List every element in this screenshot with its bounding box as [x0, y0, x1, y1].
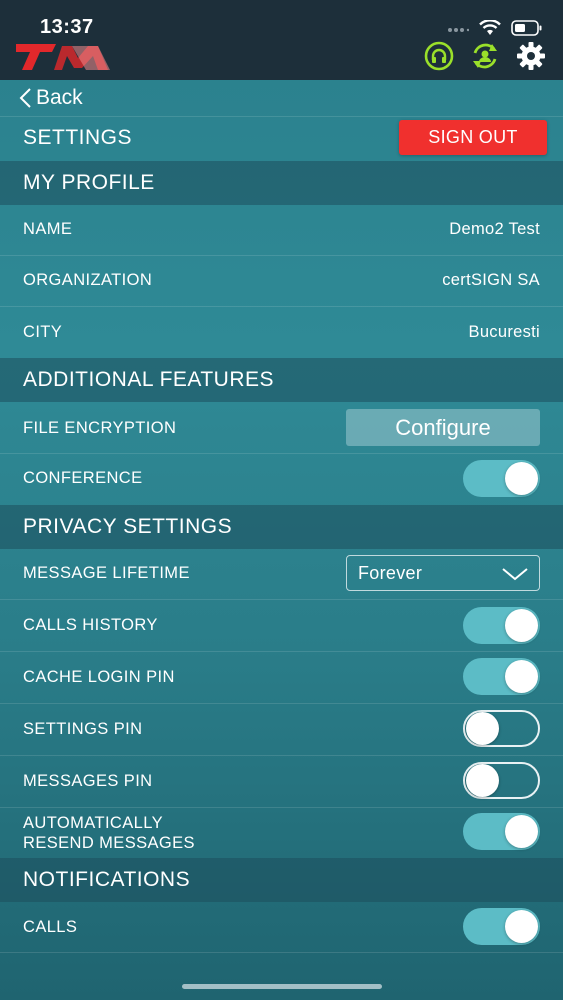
section-title: PRIVACY SETTINGS	[23, 515, 233, 538]
section-privacy-settings: PRIVACY SETTINGS	[0, 505, 563, 549]
home-indicator	[182, 984, 382, 989]
name-value: Demo2 Test	[449, 220, 540, 238]
page-title: SETTINGS	[23, 126, 133, 149]
message-lifetime-value: Forever	[358, 563, 423, 583]
auto-resend-toggle[interactable]	[463, 813, 540, 850]
conference-label: CONFERENCE	[23, 469, 143, 487]
profile-city-row: CITY Bucuresti	[0, 307, 563, 357]
file-encryption-label: FILE ENCRYPTION	[23, 419, 177, 437]
auto-resend-label: AUTOMATICALLY RESEND MESSAGES	[23, 813, 195, 853]
conference-row: CONFERENCE	[0, 454, 563, 504]
message-lifetime-label: MESSAGE LIFETIME	[23, 564, 190, 582]
toggle-knob	[466, 764, 499, 797]
city-label: CITY	[23, 323, 63, 341]
messages-pin-row: MESSAGES PIN	[0, 756, 563, 808]
logo-icon	[16, 42, 112, 72]
signal-icon	[447, 22, 470, 40]
messages-pin-toggle[interactable]	[463, 762, 540, 799]
title-row: SETTINGS SIGN OUT	[0, 117, 563, 161]
section-additional-features: ADDITIONAL FEATURES	[0, 358, 563, 402]
calls-toggle[interactable]	[463, 908, 540, 945]
toggle-knob	[505, 609, 538, 642]
auto-resend-row: AUTOMATICALLY RESEND MESSAGES	[0, 808, 563, 858]
notification-calls-row: CALLS	[0, 902, 563, 953]
messages-pin-label: MESSAGES PIN	[23, 772, 153, 790]
auto-resend-label-line1: AUTOMATICALLY	[23, 814, 163, 832]
wifi-icon	[479, 19, 501, 41]
cache-login-pin-toggle[interactable]	[463, 658, 540, 695]
name-label: NAME	[23, 220, 73, 238]
organization-value: certSIGN SA	[442, 271, 540, 289]
back-label: Back	[36, 86, 83, 109]
battery-icon	[511, 20, 543, 41]
chevron-down-icon	[502, 568, 528, 581]
file-encryption-row: FILE ENCRYPTION Configure	[0, 402, 563, 454]
toggle-knob	[505, 815, 538, 848]
calls-history-label: CALLS HISTORY	[23, 616, 158, 634]
city-value: Bucuresti	[468, 323, 540, 341]
toggle-knob	[466, 712, 499, 745]
auto-resend-label-line2: RESEND MESSAGES	[23, 834, 195, 852]
calls-history-row: CALLS HISTORY	[0, 600, 563, 652]
profile-organization-row: ORGANIZATION certSIGN SA	[0, 256, 563, 307]
profile-name-row: NAME Demo2 Test	[0, 205, 563, 256]
toggle-knob	[505, 910, 538, 943]
chevron-left-icon	[19, 88, 31, 108]
section-title: MY PROFILE	[23, 171, 155, 194]
toggle-knob	[505, 462, 538, 495]
conference-toggle[interactable]	[463, 460, 540, 497]
settings-pin-toggle[interactable]	[463, 710, 540, 747]
status-time: 13:37	[40, 16, 94, 38]
top-bar: 13:37	[0, 0, 563, 80]
cache-login-pin-label: CACHE LOGIN PIN	[23, 668, 175, 686]
section-title: NOTIFICATIONS	[23, 868, 191, 891]
message-lifetime-select[interactable]: Forever	[346, 555, 540, 591]
section-title: ADDITIONAL FEATURES	[23, 368, 275, 391]
settings-pin-label: SETTINGS PIN	[23, 720, 143, 738]
settings-pin-row: SETTINGS PIN	[0, 704, 563, 756]
message-lifetime-row: MESSAGE LIFETIME Forever	[0, 549, 563, 600]
section-my-profile: MY PROFILE	[0, 161, 563, 205]
organization-label: ORGANIZATION	[23, 271, 153, 289]
cache-login-pin-row: CACHE LOGIN PIN	[0, 652, 563, 704]
back-button[interactable]: Back	[18, 86, 83, 110]
sign-out-button[interactable]: SIGN OUT	[399, 120, 547, 155]
status-icons	[447, 19, 543, 41]
calls-history-toggle[interactable]	[463, 607, 540, 644]
toggle-knob	[505, 660, 538, 693]
gear-icon[interactable]	[515, 40, 547, 72]
back-row: Back	[0, 80, 563, 117]
configure-button[interactable]: Configure	[346, 409, 540, 446]
refresh-user-icon[interactable]	[469, 40, 501, 72]
headset-icon[interactable]	[423, 40, 455, 72]
section-notifications: NOTIFICATIONS	[0, 858, 563, 902]
header-actions	[423, 40, 547, 72]
calls-label: CALLS	[23, 918, 78, 936]
